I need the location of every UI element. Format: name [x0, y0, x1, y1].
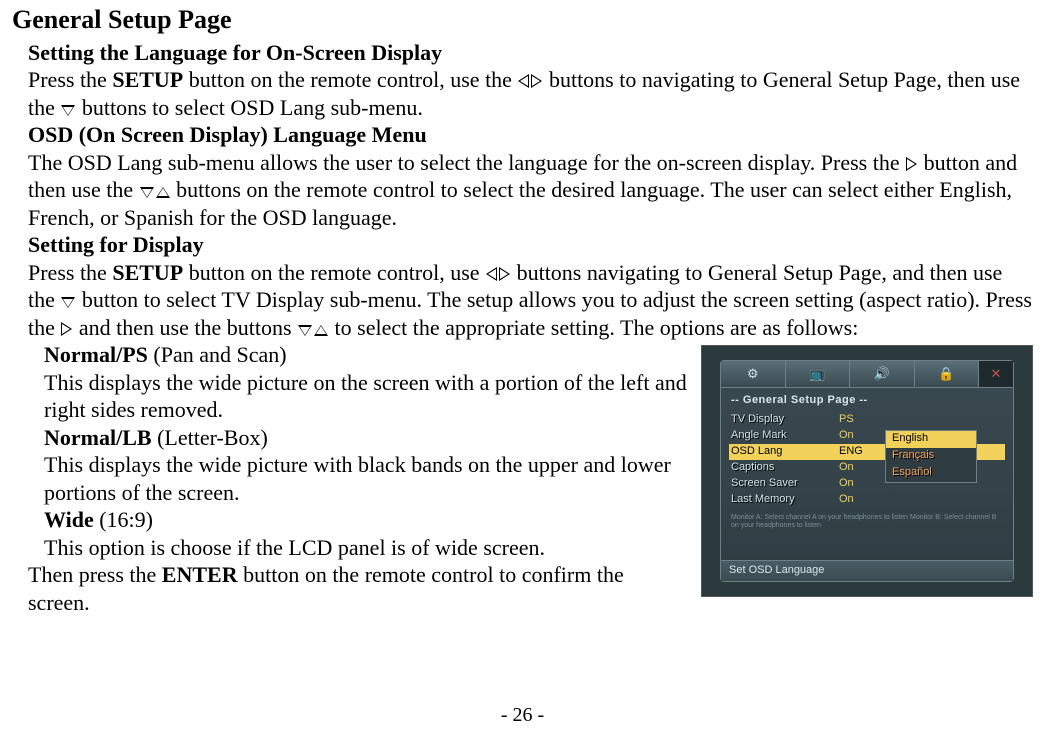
osd-row-value: ENG: [839, 445, 879, 459]
section3-paragraph: Press the SETUP button on the remote con…: [28, 259, 1033, 342]
option1-body: This displays the wide picture on the sc…: [44, 369, 687, 424]
option1-heading: Normal/PS (Pan and Scan): [44, 341, 687, 369]
triangle-up-icon: [156, 187, 170, 198]
option3-name: Wide: [44, 507, 94, 532]
text: button on the remote control, use: [183, 260, 479, 285]
closing-paragraph: Then press the ENTER button on the remot…: [28, 561, 687, 616]
osd-row-value: On: [839, 477, 879, 491]
text: to select the appropriate setting. The o…: [329, 315, 858, 340]
osd-option-english[interactable]: English: [886, 431, 976, 448]
text: The OSD Lang sub-menu allows the user to…: [28, 150, 900, 175]
section2-paragraph: The OSD Lang sub-menu allows the user to…: [28, 149, 1033, 232]
triangle-down-icon: [298, 325, 312, 336]
option2-body: This displays the wide picture with blac…: [44, 451, 687, 506]
osd-row-value: On: [839, 493, 879, 507]
osd-row-last-memory[interactable]: Last Memory On: [729, 492, 1005, 508]
osd-submenu-languages: English Français Español: [885, 430, 977, 483]
option1-tail: (Pan and Scan): [148, 342, 287, 367]
osd-option-francais[interactable]: Français: [886, 448, 976, 465]
text: and then use the buttons: [79, 315, 297, 340]
option2-name: Normal/LB: [44, 425, 152, 450]
osd-tab-video[interactable]: 📺: [786, 361, 851, 387]
option3-tail: (16:9): [94, 507, 153, 532]
setup-keyword: SETUP: [112, 67, 183, 92]
triangle-left-icon: [486, 267, 497, 281]
enter-keyword: ENTER: [162, 562, 238, 587]
osd-tabs: ⚙ 📺 🔊 🔒 ✕: [721, 361, 1013, 388]
triangle-right-icon: [531, 74, 542, 88]
osd-row-value: On: [839, 429, 879, 443]
page-title: General Setup Page: [12, 4, 1033, 37]
option2-tail: (Letter-Box): [152, 425, 268, 450]
section1-heading: Setting the Language for On-Screen Displ…: [28, 39, 1033, 67]
osd-panel: ⚙ 📺 🔊 🔒 ✕ -- General Setup Page -- TV Di…: [720, 360, 1014, 582]
triangle-up-icon: [314, 325, 328, 336]
triangle-right-icon: [499, 267, 510, 281]
section3-heading: Setting for Display: [28, 231, 1033, 259]
triangle-right-icon: [906, 157, 917, 171]
setup-keyword: SETUP: [112, 260, 183, 285]
osd-option-espanol[interactable]: Español: [886, 465, 976, 482]
osd-row-label: TV Display: [731, 413, 829, 427]
page-number: - 26 -: [0, 703, 1045, 728]
text: button on the remote control, use the: [183, 67, 512, 92]
triangle-left-icon: [518, 74, 529, 88]
osd-tab-close[interactable]: ✕: [979, 361, 1013, 387]
option3-body: This option is choose if the LCD panel i…: [44, 534, 687, 562]
text: buttons on the remote control to select …: [28, 177, 1012, 230]
text: Press the: [28, 260, 112, 285]
osd-tab-general[interactable]: ⚙: [721, 361, 786, 387]
osd-row-label: Captions: [731, 461, 829, 475]
osd-body: -- General Setup Page -- TV Display PS A…: [721, 388, 1013, 560]
osd-row-label: Last Memory: [731, 493, 829, 507]
osd-row-tv-display[interactable]: TV Display PS: [729, 412, 1005, 428]
text: Then press the: [28, 562, 162, 587]
osd-screenshot: ⚙ 📺 🔊 🔒 ✕ -- General Setup Page -- TV Di…: [701, 345, 1033, 597]
section1-paragraph: Press the SETUP button on the remote con…: [28, 66, 1033, 121]
osd-row-value: PS: [839, 413, 879, 427]
option3-heading: Wide (16:9): [44, 506, 687, 534]
osd-title: -- General Setup Page --: [729, 392, 1005, 412]
osd-row-label: Screen Saver: [731, 477, 829, 491]
triangle-down-icon: [61, 297, 75, 308]
osd-row-label: OSD Lang: [731, 445, 829, 459]
option2-heading: Normal/LB (Letter-Box): [44, 424, 687, 452]
osd-row-value: On: [839, 461, 879, 475]
triangle-down-icon: [140, 187, 154, 198]
option1-name: Normal/PS: [44, 342, 148, 367]
osd-row-label: Angle Mark: [731, 429, 829, 443]
text: buttons to select OSD Lang sub-menu.: [76, 95, 422, 120]
osd-status-bar: Set OSD Language: [721, 560, 1013, 581]
text: Press the: [28, 67, 112, 92]
osd-hint-text: Monitor A: Select channel A on your head…: [729, 514, 1005, 530]
section2-heading: OSD (On Screen Display) Language Menu: [28, 121, 1033, 149]
osd-tab-lock[interactable]: 🔒: [915, 361, 980, 387]
osd-tab-audio[interactable]: 🔊: [850, 361, 915, 387]
triangle-right-icon: [61, 322, 72, 336]
triangle-down-icon: [61, 105, 75, 116]
